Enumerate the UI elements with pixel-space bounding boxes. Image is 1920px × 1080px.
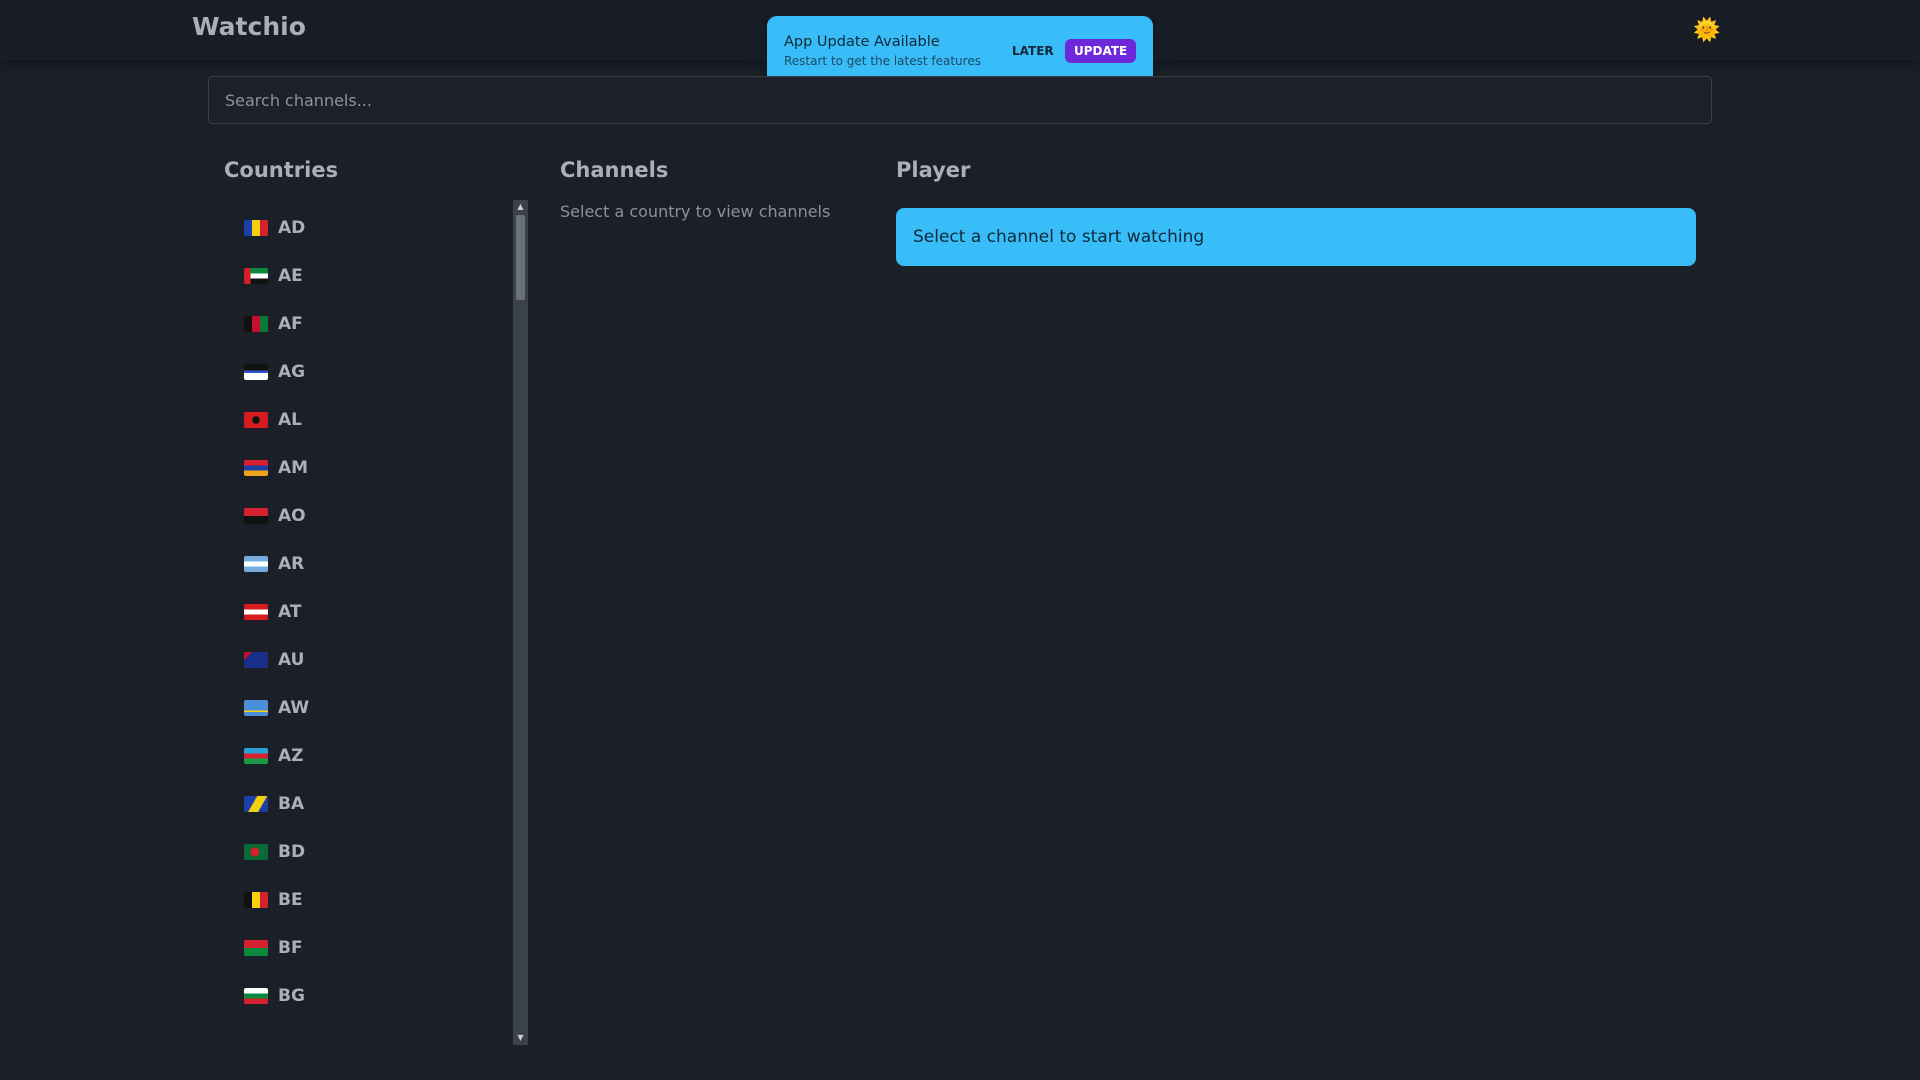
country-code-label: AD: [278, 218, 306, 238]
player-panel: Player Select a channel to start watchin…: [880, 140, 1713, 1080]
uae-flag-icon: [244, 268, 268, 284]
app-title: Watchio: [192, 12, 306, 41]
country-item-am[interactable]: AM: [244, 448, 494, 488]
country-item-at[interactable]: AT: [244, 592, 494, 632]
country-code-label: BE: [278, 890, 303, 910]
country-item-bf[interactable]: BF: [244, 928, 494, 968]
country-code-label: AT: [278, 602, 302, 622]
bulgaria-flag-icon: [244, 988, 268, 1004]
country-item-ba[interactable]: BA: [244, 784, 494, 824]
austria-flag-icon: [244, 604, 268, 620]
player-heading: Player: [896, 158, 971, 182]
country-code-label: AU: [278, 650, 305, 670]
angola-flag-icon: [244, 508, 268, 524]
country-code-label: AG: [278, 362, 306, 382]
country-code-label: AE: [278, 266, 303, 286]
channels-panel: Channels Select a country to view channe…: [544, 140, 864, 1080]
channels-empty-message: Select a country to view channels: [560, 202, 831, 221]
sun-icon[interactable]: 🌞: [1692, 16, 1722, 46]
country-item-au[interactable]: AU: [244, 640, 494, 680]
countries-panel: Countries AD AE AF AG AL AM AO AR AT AU AW AZ BA BD BE…: [208, 140, 529, 1080]
toast-title: App Update Available: [784, 34, 940, 50]
bangladesh-flag-icon: [244, 844, 268, 860]
australia-flag-icon: [244, 652, 268, 668]
argentina-flag-icon: [244, 556, 268, 572]
country-item-bg[interactable]: BG: [244, 976, 494, 1016]
burkina-faso-flag-icon: [244, 940, 268, 956]
channels-heading: Channels: [560, 158, 669, 182]
country-code-label: BG: [278, 986, 305, 1006]
toast-subtitle: Restart to get the latest features: [784, 54, 981, 68]
later-button[interactable]: LATER: [1004, 40, 1062, 62]
country-item-be[interactable]: BE: [244, 880, 494, 920]
bosnia-flag-icon: [244, 796, 268, 812]
search-input[interactable]: [208, 76, 1712, 124]
scroll-thumb[interactable]: [516, 215, 525, 300]
country-code-label: BF: [278, 938, 303, 958]
country-list: AD AE AF AG AL AM AO AR AT AU AW AZ BA BD BE BF BG: [224, 200, 529, 1045]
aruba-flag-icon: [244, 700, 268, 716]
country-code-label: AF: [278, 314, 303, 334]
player-message: Select a channel to start watching: [896, 208, 1696, 266]
country-code-label: AR: [278, 554, 305, 574]
country-code-label: AM: [278, 458, 309, 478]
country-item-bd[interactable]: BD: [244, 832, 494, 872]
update-button[interactable]: UPDATE: [1065, 39, 1137, 63]
country-code-label: AW: [278, 698, 310, 718]
country-item-ao[interactable]: AO: [244, 496, 494, 536]
country-item-ae[interactable]: AE: [244, 256, 494, 296]
antigua-flag-icon: [244, 364, 268, 380]
country-code-label: AZ: [278, 746, 304, 766]
country-code-label: AO: [278, 506, 306, 526]
country-list-scrollbar[interactable]: ▲ ▼: [513, 200, 528, 1045]
country-code-label: BA: [278, 794, 305, 814]
country-item-ar[interactable]: AR: [244, 544, 494, 584]
albania-flag-icon: [244, 412, 268, 428]
scroll-up-icon[interactable]: ▲: [513, 200, 528, 214]
countries-heading: Countries: [224, 158, 339, 182]
country-code-label: AL: [278, 410, 302, 430]
country-item-az[interactable]: AZ: [244, 736, 494, 776]
andorra-flag-icon: [244, 220, 268, 236]
azerbaijan-flag-icon: [244, 748, 268, 764]
afghanistan-flag-icon: [244, 316, 268, 332]
country-code-label: BD: [278, 842, 306, 862]
country-item-ag[interactable]: AG: [244, 352, 494, 392]
armenia-flag-icon: [244, 460, 268, 476]
country-item-ad[interactable]: AD: [244, 208, 494, 248]
scroll-down-icon[interactable]: ▼: [513, 1031, 528, 1045]
country-item-aw[interactable]: AW: [244, 688, 494, 728]
belgium-flag-icon: [244, 892, 268, 908]
country-item-al[interactable]: AL: [244, 400, 494, 440]
country-item-af[interactable]: AF: [244, 304, 494, 344]
